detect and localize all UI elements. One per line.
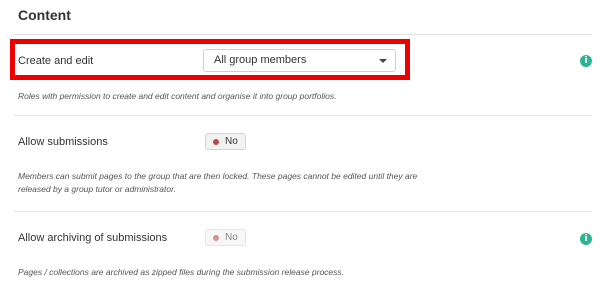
allow-submissions-description-line1: Members can submit pages to the group th… [18,171,418,181]
info-icon[interactable]: i [580,233,592,245]
allow-submissions-toggle[interactable]: No [205,133,246,150]
allow-archiving-toggle-label: No [225,232,238,243]
allow-archiving-label: Allow archiving of submissions [18,232,168,244]
divider [14,115,592,116]
chevron-down-icon [379,59,387,63]
create-edit-select-value: All group members [214,54,307,66]
allow-archiving-description: Pages / collections are archived as zipp… [18,267,345,277]
toggle-off-dot-icon [213,235,219,241]
section-title: Content [18,7,71,23]
divider [14,34,592,35]
info-icon[interactable]: i [580,55,592,67]
allow-archiving-toggle[interactable]: No [205,229,246,246]
create-edit-label: Create and edit [18,55,94,67]
create-edit-select[interactable]: All group members [203,49,396,72]
allow-submissions-toggle-label: No [225,136,238,147]
allow-submissions-description-line2: released by a group tutor or administrat… [18,184,176,194]
toggle-off-dot-icon [213,139,219,145]
create-edit-description: Roles with permission to create and edit… [18,91,337,101]
divider [14,211,592,212]
allow-submissions-label: Allow submissions [18,136,108,148]
